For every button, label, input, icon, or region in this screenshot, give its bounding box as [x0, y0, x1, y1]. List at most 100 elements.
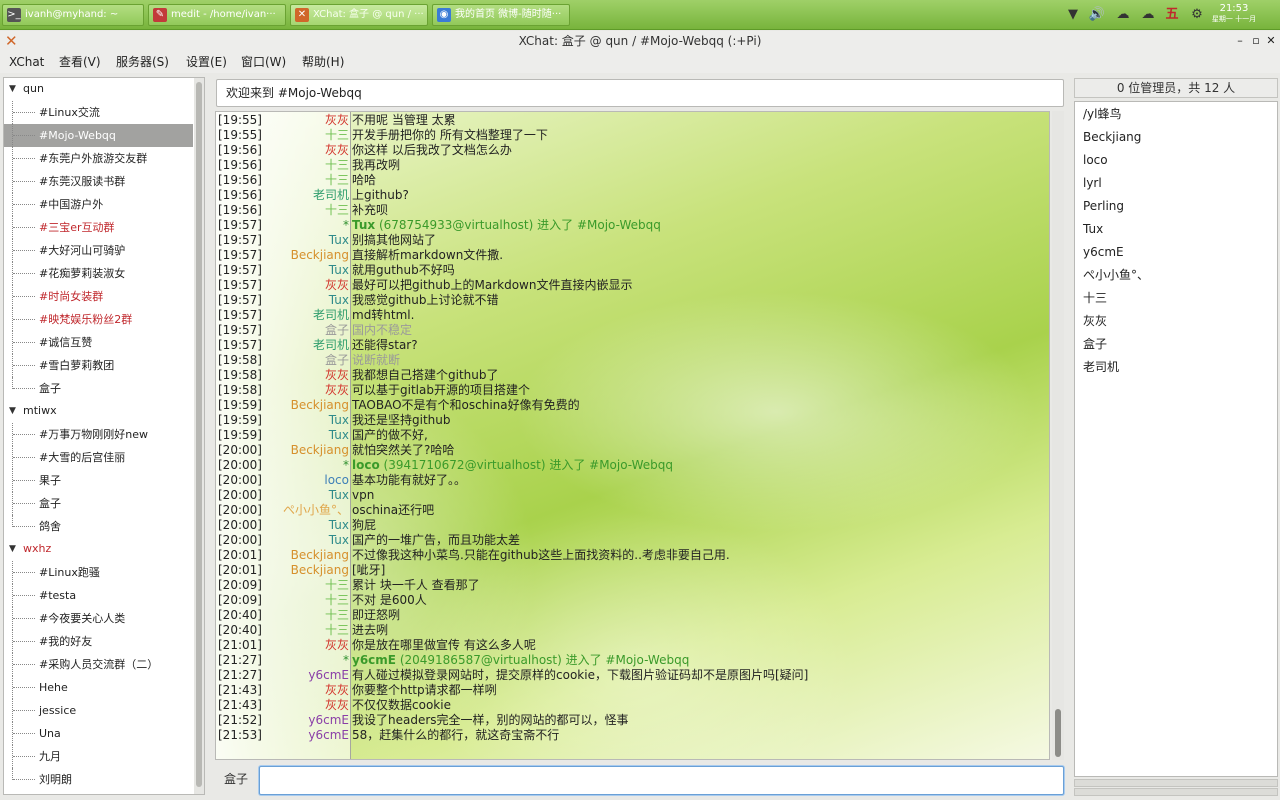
- user-item[interactable]: 灰灰: [1083, 310, 1107, 333]
- nick[interactable]: 十三: [325, 173, 349, 188]
- channel-item[interactable]: #万事万物刚刚好new: [4, 423, 193, 446]
- nick[interactable]: *: [343, 218, 349, 233]
- clock[interactable]: 21:53 星期一 十一月: [1204, 3, 1264, 25]
- channel-item[interactable]: 果子: [4, 469, 193, 492]
- channel-item[interactable]: #映梵娱乐粉丝2群: [4, 308, 193, 331]
- minimize-button[interactable]: –: [1234, 33, 1246, 49]
- nick[interactable]: Tux: [329, 413, 349, 428]
- nick[interactable]: 十三: [325, 623, 349, 638]
- user-item[interactable]: 老司机: [1083, 356, 1119, 379]
- nick[interactable]: Tux: [329, 263, 349, 278]
- channel-item[interactable]: #时尚女装群: [4, 285, 193, 308]
- nick[interactable]: Beckjiang: [291, 398, 349, 413]
- scrollbar-thumb[interactable]: [196, 82, 202, 787]
- user-list[interactable]: /yl蜂鸟 Beckjiang loco lyrl Perling Tux y6cmE ぺ小小…: [1074, 101, 1278, 777]
- channel-item[interactable]: Hehe: [4, 676, 193, 699]
- channel-item[interactable]: 鸽舍: [4, 515, 193, 538]
- topic-bar[interactable]: 欢迎来到 #Mojo-Webqq: [216, 79, 1064, 107]
- channel-item[interactable]: #Linux交流: [4, 101, 193, 124]
- channel-item[interactable]: #今夜要关心人类: [4, 607, 193, 630]
- nick[interactable]: 灰灰: [325, 638, 349, 653]
- nick[interactable]: 十三: [325, 128, 349, 143]
- taskbar-task[interactable]: ✕ XChat: 盒子 @ qun / ···: [290, 4, 428, 26]
- nick[interactable]: 灰灰: [325, 383, 349, 398]
- menu-server[interactable]: 服务器(S): [116, 54, 169, 70]
- my-nick-button[interactable]: 盒子: [224, 770, 248, 788]
- network-icon[interactable]: ▼: [1066, 6, 1080, 24]
- nick[interactable]: 盒子: [325, 353, 349, 368]
- nick[interactable]: 灰灰: [325, 683, 349, 698]
- menu-view[interactable]: 查看(V): [59, 54, 101, 70]
- user-item[interactable]: y6cmE: [1083, 241, 1124, 264]
- channel-item[interactable]: #雪白萝莉教团: [4, 354, 193, 377]
- nick[interactable]: y6cmE: [308, 713, 349, 728]
- menu-window[interactable]: 窗口(W): [241, 54, 286, 70]
- nick[interactable]: Beckjiang: [291, 443, 349, 458]
- user-item[interactable]: lyrl: [1083, 172, 1102, 195]
- nick[interactable]: 十三: [325, 158, 349, 173]
- expander-arrow-icon[interactable]: ▼: [9, 78, 16, 100]
- nick[interactable]: 灰灰: [325, 143, 349, 158]
- nick[interactable]: 灰灰: [325, 368, 349, 383]
- nick[interactable]: 十三: [325, 203, 349, 218]
- user-item[interactable]: Tux: [1083, 218, 1103, 241]
- volume-icon[interactable]: 🔊: [1088, 6, 1106, 24]
- nick[interactable]: loco: [324, 473, 349, 488]
- nick[interactable]: 老司机: [313, 338, 349, 353]
- channel-item[interactable]: #东莞汉服读书群: [4, 170, 193, 193]
- server-node[interactable]: ▼ qun: [4, 78, 194, 100]
- expander-arrow-icon[interactable]: ▼: [9, 538, 16, 560]
- nick[interactable]: 灰灰: [325, 698, 349, 713]
- channel-item[interactable]: #大好河山可骑驴: [4, 239, 193, 262]
- server-node[interactable]: ▼ wxhz: [4, 538, 194, 560]
- user-item[interactable]: 十三: [1083, 287, 1107, 310]
- channel-item[interactable]: #东莞户外旅游交友群: [4, 147, 193, 170]
- nick[interactable]: 老司机: [313, 188, 349, 203]
- nick[interactable]: 十三: [325, 593, 349, 608]
- taskbar-task[interactable]: ✎ medit - /home/ivan···: [148, 4, 286, 26]
- chat-log[interactable]: [19:55] 灰灰 不用呢 当管理 太累 [19:55] 十三 开发手册把你的 所有文档…: [215, 111, 1050, 760]
- nick[interactable]: *: [343, 653, 349, 668]
- nick[interactable]: y6cmE: [308, 728, 349, 743]
- channel-item[interactable]: #诚信互赞: [4, 331, 193, 354]
- nick[interactable]: Beckjiang: [291, 548, 349, 563]
- menu-xchat[interactable]: XChat: [9, 54, 44, 70]
- channel-item[interactable]: 盒子: [4, 492, 193, 515]
- sheep-icon[interactable]: ☁: [1112, 6, 1134, 24]
- nick[interactable]: Tux: [329, 293, 349, 308]
- nick[interactable]: Tux: [329, 488, 349, 503]
- nick[interactable]: Beckjiang: [291, 563, 349, 578]
- channel-item[interactable]: #Linux跑骚: [4, 561, 193, 584]
- nick[interactable]: 十三: [325, 578, 349, 593]
- user-item[interactable]: Perling: [1083, 195, 1124, 218]
- user-item[interactable]: loco: [1083, 149, 1108, 172]
- nick[interactable]: 灰灰: [325, 278, 349, 293]
- nick[interactable]: Tux: [329, 533, 349, 548]
- channel-item[interactable]: 九月: [4, 745, 193, 768]
- user-item[interactable]: 盒子: [1083, 333, 1107, 356]
- window-titlebar[interactable]: ✕ XChat: 盒子 @ qun / #Mojo-Webqq (:+Pi) –…: [0, 31, 1280, 51]
- taskbar-task[interactable]: ◉ 我的首页 微博-随时随···: [432, 4, 570, 26]
- nick[interactable]: ぺ小小鱼°、: [283, 503, 349, 518]
- nick[interactable]: Tux: [329, 518, 349, 533]
- user-item[interactable]: Beckjiang: [1083, 126, 1141, 149]
- nick[interactable]: *: [343, 458, 349, 473]
- server-node[interactable]: ▼ mtiwx: [4, 400, 194, 422]
- expander-arrow-icon[interactable]: ▼: [9, 400, 16, 422]
- nick[interactable]: 灰灰: [325, 113, 349, 128]
- nick[interactable]: Tux: [329, 428, 349, 443]
- channel-item[interactable]: 刘明朗: [4, 768, 193, 791]
- scrollbar-thumb[interactable]: [1055, 709, 1061, 757]
- menu-settings[interactable]: 设置(E): [186, 54, 227, 70]
- nick[interactable]: 盒子: [325, 323, 349, 338]
- input-method-icon[interactable]: 五: [1163, 6, 1181, 24]
- userlist-button-bar[interactable]: [1074, 779, 1278, 787]
- menu-help[interactable]: 帮助(H): [302, 54, 344, 70]
- channel-item[interactable]: #大雪的后宫佳丽: [4, 446, 193, 469]
- nick[interactable]: Tux: [329, 233, 349, 248]
- channel-item[interactable]: 盒子: [4, 377, 193, 400]
- channel-item[interactable]: jessice: [4, 699, 193, 722]
- close-button[interactable]: ✕: [1265, 33, 1277, 49]
- channel-item[interactable]: #采购人员交流群（二）: [4, 653, 193, 676]
- maximize-button[interactable]: ▫: [1250, 33, 1262, 49]
